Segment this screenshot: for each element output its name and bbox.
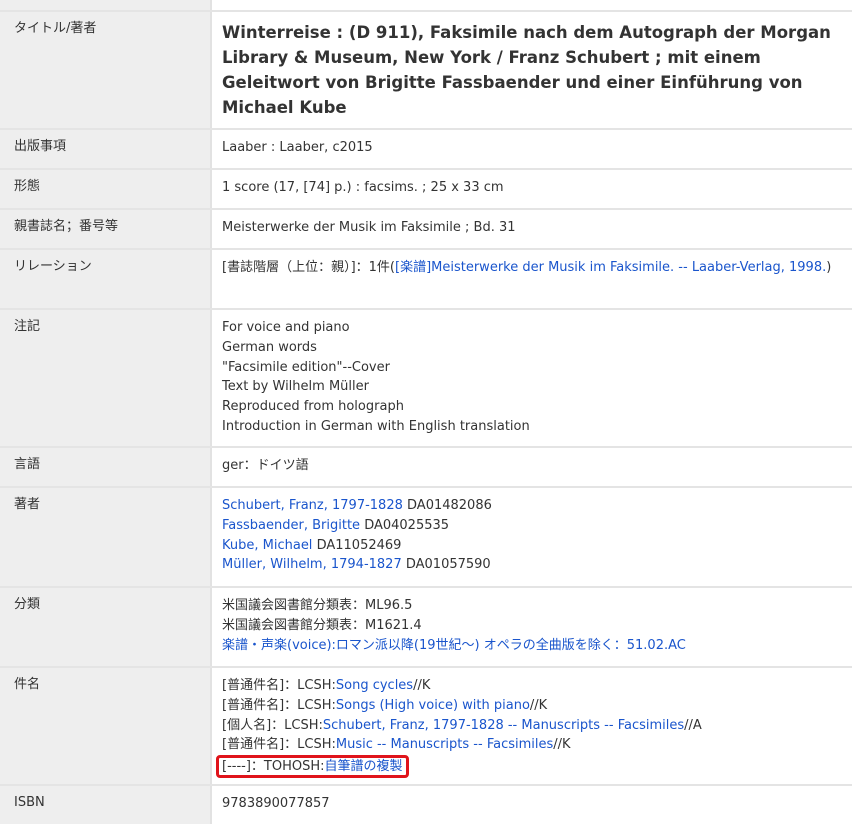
row-title: タイトル/著者 Winterreise : (D 911), Faksimile… [0, 10, 852, 128]
isbn-value: 9783890077857 [222, 796, 330, 811]
row-classification: 分類 米国議会図書館分類表：ML96.5 米国議会図書館分類表：M1621.4 … [0, 586, 852, 666]
physical-value: 1 score (17, [74] p.) : facsims. ; 25 x … [222, 180, 504, 195]
classification-label: 分類 [0, 588, 212, 666]
subject-item: [個人名]：LCSH:Schubert, Franz, 1797-1828 --… [222, 716, 842, 736]
relation-prefix: [書誌階層（上位：親）]：1件( [222, 260, 395, 275]
subject-prefix: [----]：TOHOSH: [222, 759, 325, 775]
note-line: Reproduced from holograph [222, 399, 404, 415]
publication-label: 出版事項 [0, 130, 212, 168]
subject-prefix: [普通件名]：LCSH: [222, 697, 336, 713]
row-subjects: 件名 [普通件名]：LCSH:Song cycles//K [普通件名]：LCS… [0, 666, 852, 784]
isbn-label: ISBN [0, 786, 212, 824]
author-item: Schubert, Franz, 1797-1828 DA01482086 [222, 496, 842, 516]
notes-label: 注記 [0, 310, 212, 446]
subject-suffix: //K [529, 697, 548, 713]
subject-suffix: //K [413, 678, 431, 693]
row-notes: 注記 For voice and piano German words "Fac… [0, 308, 852, 446]
subject-item: [普通件名]：LCSH:Song cycles//K [222, 676, 842, 696]
classification-line: 米国議会図書館分類表：M1621.4 [222, 617, 422, 633]
classification-line: 米国議会図書館分類表：ML96.5 [222, 598, 413, 613]
subjects-label: 件名 [0, 668, 212, 784]
author-link[interactable]: Schubert, Franz, 1797-1828 [222, 498, 403, 513]
subject-link[interactable]: 自筆譜の複製 [325, 759, 403, 774]
author-id: DA01057590 [405, 557, 491, 573]
subject-item: [普通件名]：LCSH:Songs (High voice) with pian… [222, 696, 842, 716]
note-line: Introduction in German with English tran… [222, 418, 530, 434]
subject-link[interactable]: Schubert, Franz, 1797-1828 -- Manuscript… [323, 718, 684, 733]
classification-link[interactable]: 楽譜・声楽(voice):ロマン派以降(19世紀～) オペラの全曲版を除く：51… [222, 636, 842, 656]
subject-item: [普通件名]：LCSH:Music -- Manuscripts -- Facs… [222, 735, 842, 755]
subject-suffix: //A [684, 717, 702, 733]
author-id: DA04025535 [364, 517, 450, 533]
highlight-box: [----]：TOHOSH:自筆譜の複製 [216, 755, 409, 779]
row-physical: 形態 1 score (17, [74] p.) : facsims. ; 25… [0, 168, 852, 208]
subject-prefix: [個人名]：LCSH: [222, 717, 323, 733]
authors-label: 著者 [0, 488, 212, 586]
language-value: ger：ドイツ語 [222, 458, 309, 473]
author-item: Fassbaender, Brigitte DA04025535 [222, 516, 842, 536]
subject-prefix: [普通件名]：LCSH: [222, 737, 336, 753]
relation-link[interactable]: [楽譜]Meisterwerke der Musik im Faksimile.… [395, 260, 826, 275]
author-link[interactable]: Müller, Wilhelm, 1794-1827 [222, 557, 402, 572]
relation-value: [書誌階層（上位：親）]：1件([楽譜]Meisterwerke der Mus… [212, 250, 852, 308]
subject-link[interactable]: Song cycles [336, 678, 413, 693]
subject-suffix: //K [553, 737, 571, 753]
subjects-value: [普通件名]：LCSH:Song cycles//K [普通件名]：LCSH:S… [212, 668, 852, 784]
subject-link[interactable]: Songs (High voice) with piano [336, 698, 530, 713]
series-value: Meisterwerke der Musik im Faksimile ; Bd… [222, 220, 516, 235]
language-label: 言語 [0, 448, 212, 486]
row-series: 親書誌名；番号等 Meisterwerke der Musik im Faksi… [0, 208, 852, 248]
relation-label: リレーション [0, 250, 212, 308]
author-link[interactable]: Kube, Michael [222, 538, 312, 553]
row-publication: 出版事項 Laaber : Laaber, c2015 [0, 128, 852, 168]
physical-label: 形態 [0, 170, 212, 208]
subject-prefix: [普通件名]：LCSH: [222, 678, 336, 693]
note-line: "Facsimile edition"--Cover [222, 359, 390, 375]
row-relation: リレーション [書誌階層（上位：親）]：1件([楽譜]Meisterwerke … [0, 248, 852, 308]
author-item: Müller, Wilhelm, 1794-1827 DA01057590 [222, 555, 842, 575]
subject-item-highlighted: [----]：TOHOSH:自筆譜の複製 [216, 755, 842, 779]
author-id: DA11052469 [316, 537, 402, 553]
row-isbn: ISBN 9783890077857 [0, 784, 852, 824]
title-label: タイトル/著者 [0, 12, 212, 128]
notes-value: For voice and piano German words "Facsim… [212, 310, 852, 446]
title-value: Winterreise : (D 911), Faksimile nach de… [222, 23, 831, 117]
classification-value: 米国議会図書館分類表：ML96.5 米国議会図書館分類表：M1621.4 楽譜・… [212, 588, 852, 666]
top-spacer [0, 0, 852, 10]
authors-value: Schubert, Franz, 1797-1828 DA01482086 Fa… [212, 488, 852, 586]
note-line: For voice and piano [222, 320, 350, 335]
note-line: Text by Wilhelm Müller [222, 379, 369, 395]
relation-suffix: ) [826, 260, 832, 275]
row-authors: 著者 Schubert, Franz, 1797-1828 DA01482086… [0, 486, 852, 586]
note-line: German words [222, 339, 317, 355]
subject-link[interactable]: Music -- Manuscripts -- Facsimiles [336, 737, 553, 752]
row-language: 言語 ger：ドイツ語 [0, 446, 852, 486]
series-label: 親書誌名；番号等 [0, 210, 212, 248]
author-link[interactable]: Fassbaender, Brigitte [222, 518, 360, 533]
author-id: DA01482086 [407, 498, 492, 513]
bibliographic-record: タイトル/著者 Winterreise : (D 911), Faksimile… [0, 0, 852, 824]
author-item: Kube, Michael DA11052469 [222, 536, 842, 556]
publication-value: Laaber : Laaber, c2015 [222, 140, 373, 155]
